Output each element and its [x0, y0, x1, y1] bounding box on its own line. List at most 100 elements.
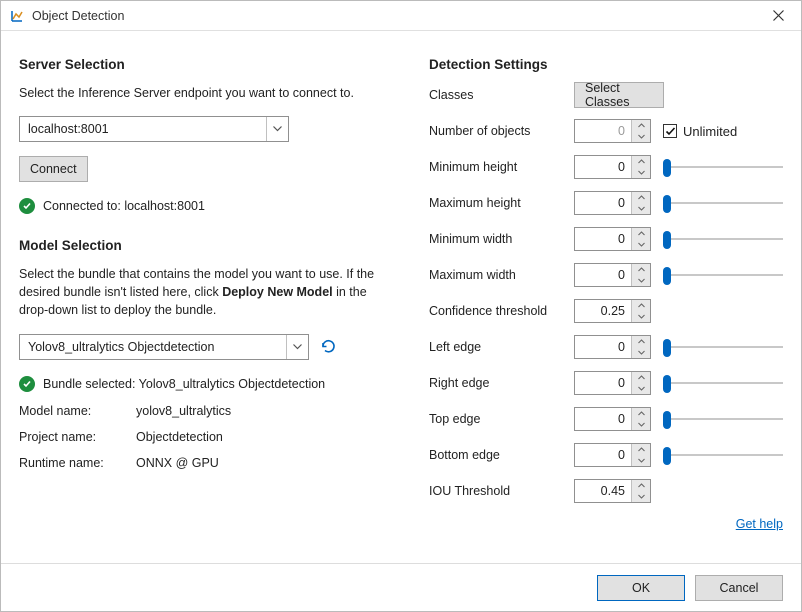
titlebar: Object Detection: [1, 1, 801, 31]
spin-up-icon[interactable]: [632, 444, 650, 455]
runtime-name-row: Runtime name: ONNX @ GPU: [19, 456, 399, 470]
spin-up-icon[interactable]: [632, 300, 650, 311]
chevron-down-icon[interactable]: [266, 117, 288, 141]
num-objects-input[interactable]: [574, 119, 651, 143]
max-height-slider[interactable]: [663, 202, 783, 204]
server-selection-desc: Select the Inference Server endpoint you…: [19, 84, 399, 102]
slider-thumb[interactable]: [663, 267, 671, 285]
spin-up-icon[interactable]: [632, 228, 650, 239]
app-icon: [9, 8, 25, 24]
spin-down-icon[interactable]: [632, 491, 650, 502]
top-edge-slider[interactable]: [663, 418, 783, 420]
spin-down-icon[interactable]: [632, 311, 650, 322]
check-circle-icon: [19, 376, 35, 392]
right-edge-input[interactable]: [574, 371, 651, 395]
min-height-row: Minimum height: [429, 152, 783, 182]
select-classes-button[interactable]: Select Classes: [574, 82, 664, 108]
max-width-slider[interactable]: [663, 274, 783, 276]
get-help-link[interactable]: Get help: [736, 517, 783, 531]
slider-thumb[interactable]: [663, 375, 671, 393]
project-name-row: Project name: Objectdetection: [19, 430, 399, 444]
model-status-row: Bundle selected: Yolov8_ultralytics Obje…: [19, 376, 399, 392]
iou-input[interactable]: [574, 479, 651, 503]
spin-up-icon[interactable]: [632, 192, 650, 203]
spin-up-icon[interactable]: [632, 480, 650, 491]
num-objects-row: Number of objectsUnlimited: [429, 116, 783, 146]
max-width-row: Maximum width: [429, 260, 783, 290]
left-edge-row: Left edge: [429, 332, 783, 362]
min-width-input[interactable]: [574, 227, 651, 251]
connect-button[interactable]: Connect: [19, 156, 88, 182]
iou-label: IOU Threshold: [429, 484, 574, 498]
ok-button[interactable]: OK: [597, 575, 685, 601]
top-edge-label: Top edge: [429, 412, 574, 426]
bottom-edge-row: Bottom edge: [429, 440, 783, 470]
spin-down-icon[interactable]: [632, 275, 650, 286]
slider-thumb[interactable]: [663, 411, 671, 429]
spin-up-icon[interactable]: [632, 408, 650, 419]
cancel-button[interactable]: Cancel: [695, 575, 783, 601]
num-objects-label: Number of objects: [429, 124, 574, 138]
server-endpoint-combo[interactable]: localhost:8001: [19, 116, 289, 142]
server-status-row: Connected to: localhost:8001: [19, 198, 399, 214]
check-circle-icon: [19, 198, 35, 214]
model-selection-heading: Model Selection: [19, 238, 399, 253]
spin-down-icon[interactable]: [632, 131, 650, 142]
max-height-label: Maximum height: [429, 196, 574, 210]
refresh-icon[interactable]: [317, 336, 339, 358]
min-width-slider[interactable]: [663, 238, 783, 240]
spin-up-icon[interactable]: [632, 120, 650, 131]
max-height-input[interactable]: [574, 191, 651, 215]
slider-thumb[interactable]: [663, 195, 671, 213]
max-width-label: Maximum width: [429, 268, 574, 282]
left-edge-input[interactable]: [574, 335, 651, 359]
max-height-row: Maximum height: [429, 188, 783, 218]
spin-down-icon[interactable]: [632, 203, 650, 214]
spin-down-icon[interactable]: [632, 239, 650, 250]
server-endpoint-value: localhost:8001: [20, 117, 266, 141]
right-edge-slider[interactable]: [663, 382, 783, 384]
min-height-slider[interactable]: [663, 166, 783, 168]
server-selection-heading: Server Selection: [19, 57, 399, 72]
slider-thumb[interactable]: [663, 447, 671, 465]
max-width-input[interactable]: [574, 263, 651, 287]
spin-up-icon[interactable]: [632, 336, 650, 347]
conf-input[interactable]: [574, 299, 651, 323]
server-status-text: Connected to: localhost:8001: [43, 199, 205, 213]
slider-thumb[interactable]: [663, 339, 671, 357]
top-edge-row: Top edge: [429, 404, 783, 434]
spin-down-icon[interactable]: [632, 167, 650, 178]
spin-up-icon[interactable]: [632, 156, 650, 167]
model-bundle-value: Yolov8_ultralytics Objectdetection: [20, 335, 286, 359]
model-selection-desc: Select the bundle that contains the mode…: [19, 265, 399, 319]
top-edge-input[interactable]: [574, 407, 651, 431]
dialog-window: Object Detection Server Selection Select…: [0, 0, 802, 612]
conf-row: Confidence threshold: [429, 296, 783, 326]
close-button[interactable]: [763, 1, 793, 31]
classes-row: Classes Select Classes: [429, 80, 783, 110]
left-edge-label: Left edge: [429, 340, 574, 354]
bottom-edge-input[interactable]: [574, 443, 651, 467]
slider-thumb[interactable]: [663, 159, 671, 177]
min-height-input[interactable]: [574, 155, 651, 179]
spin-up-icon[interactable]: [632, 264, 650, 275]
chevron-down-icon[interactable]: [286, 335, 308, 359]
min-width-label: Minimum width: [429, 232, 574, 246]
bottom-edge-label: Bottom edge: [429, 448, 574, 462]
right-column: Detection Settings Classes Select Classe…: [429, 49, 783, 555]
spin-down-icon[interactable]: [632, 455, 650, 466]
spin-down-icon[interactable]: [632, 419, 650, 430]
slider-thumb[interactable]: [663, 231, 671, 249]
unlimited-checkbox[interactable]: [663, 124, 677, 138]
model-bundle-combo[interactable]: Yolov8_ultralytics Objectdetection: [19, 334, 309, 360]
min-width-row: Minimum width: [429, 224, 783, 254]
spin-up-icon[interactable]: [632, 372, 650, 383]
left-column: Server Selection Select the Inference Se…: [19, 49, 399, 555]
classes-label: Classes: [429, 88, 574, 102]
left-edge-slider[interactable]: [663, 346, 783, 348]
model-name-row: Model name: yolov8_ultralytics: [19, 404, 399, 418]
spin-down-icon[interactable]: [632, 347, 650, 358]
spin-down-icon[interactable]: [632, 383, 650, 394]
dialog-footer: OK Cancel: [1, 563, 801, 611]
bottom-edge-slider[interactable]: [663, 454, 783, 456]
